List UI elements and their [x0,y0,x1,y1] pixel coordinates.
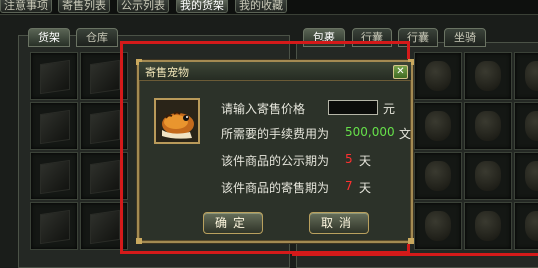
tab-warehouse[interactable]: 仓库 [76,28,118,47]
highlight-underline [292,253,538,256]
item-bag-icon [475,161,501,191]
item-bag-icon [425,61,451,91]
dialog-title: 寄售宠物 [145,66,189,79]
top-tab-bar: 注意事项 寄售列表 公示列表 我的货架 我的收藏 [0,0,538,15]
package-slot[interactable] [514,102,538,150]
frame-corner [136,238,142,244]
shelf-slot[interactable] [30,152,78,200]
fee-unit-label: 文 [399,127,412,141]
item-box-icon [40,59,70,95]
item-box-icon [90,159,120,195]
dialog-titlebar: 寄售宠物 ✕ [139,62,411,81]
shelf-slot[interactable] [30,102,78,150]
tab-sale-list[interactable]: 寄售列表 [58,0,110,13]
tab-public-list[interactable]: 公示列表 [117,0,169,13]
item-bag-icon [475,211,501,241]
package-slot[interactable] [514,202,538,250]
item-bag-icon [475,61,501,91]
package-slot[interactable] [414,152,462,200]
package-slot[interactable] [514,52,538,100]
price-input[interactable] [328,100,378,115]
price-unit-label: 元 [383,102,396,116]
sale-unit-label: 天 [359,181,372,195]
item-bag-icon [425,111,451,141]
package-slot[interactable] [464,202,512,250]
item-bag-icon [425,211,451,241]
package-slot[interactable] [514,152,538,200]
publicity-unit-label: 天 [359,154,372,168]
tab-my-shelf[interactable]: 我的货架 [176,0,228,13]
tab-notice[interactable]: 注意事项 [0,0,52,13]
confirm-button[interactable]: 确定 [203,212,263,234]
frame-corner [408,238,414,244]
price-prompt-label: 请输入寄售价格 [221,102,306,116]
package-slot[interactable] [414,202,462,250]
item-bag-icon [525,111,538,141]
tab-shelf[interactable]: 货架 [28,28,70,47]
sale-days-value: 7 [345,179,353,193]
package-slot[interactable] [464,152,512,200]
item-bag-icon [525,161,538,191]
item-bag-icon [475,111,501,141]
cancel-button[interactable]: 取消 [309,212,369,234]
tab-my-favorites[interactable]: 我的收藏 [235,0,287,13]
fee-value: 500,000 [345,125,395,139]
sale-period-label: 该件商品的寄售期为 [221,181,330,195]
package-slot[interactable] [414,102,462,150]
package-slot[interactable] [464,102,512,150]
package-slot[interactable] [464,52,512,100]
close-icon[interactable]: ✕ [393,65,408,79]
item-box-icon [90,209,120,245]
tab-mount[interactable]: 坐骑 [444,28,486,47]
item-bag-icon [525,61,538,91]
package-slot[interactable] [414,52,462,100]
shelf-slot[interactable] [30,202,78,250]
consign-pet-dialog: 寄售宠物 ✕ 请输入寄售价格 元 所需要的手续费用为 500,000 文 该件商… [136,59,414,244]
publicity-period-label: 该件商品的公示期为 [221,154,330,168]
publicity-days-value: 5 [345,152,353,166]
fee-label: 所需要的手续费用为 [221,127,330,141]
item-bag-icon [425,161,451,191]
item-box-icon [90,59,120,95]
item-box-icon [40,209,70,245]
shelf-slot[interactable] [30,52,78,100]
item-box-icon [40,109,70,145]
pet-portrait-icon [154,98,200,144]
item-box-icon [40,159,70,195]
item-box-icon [90,109,120,145]
item-bag-icon [525,211,538,241]
